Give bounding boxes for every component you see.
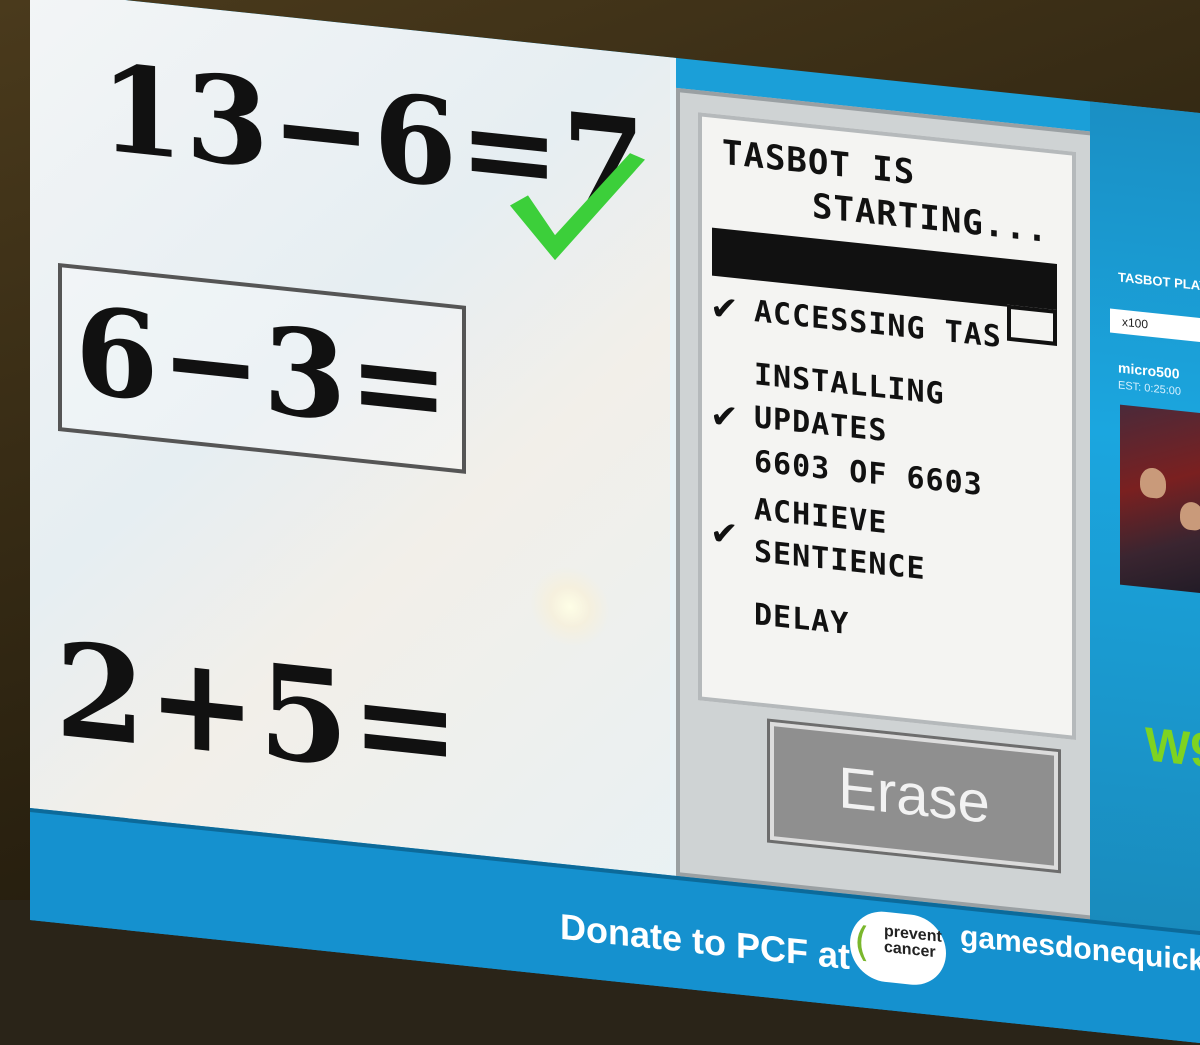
website-link[interactable]: gamesdonequick.com bbox=[960, 920, 1200, 987]
stream-sidebar: TASBOT PLAYS B x100 micro500 EST: 0:25:0… bbox=[1090, 101, 1200, 937]
task-sentience-line2: SENTIENCE bbox=[754, 534, 926, 588]
pcf-logo: ( prevent cancer bbox=[850, 908, 946, 989]
audience-person bbox=[1140, 466, 1166, 500]
speed-box: x100 bbox=[1110, 308, 1200, 342]
check-icon: ✔ bbox=[710, 395, 739, 439]
tasbot-status-window: TASBOT IS STARTING... ✔ ACCESSING TAS IN… bbox=[698, 112, 1076, 740]
math-panel: 13−6=7 6−3= 2+5= bbox=[30, 0, 676, 938]
runner-name: micro500 bbox=[1118, 359, 1180, 382]
event-logo: W9 bbox=[1145, 718, 1200, 779]
task-installing-count: 6603 OF 6603 bbox=[754, 444, 983, 504]
light-glare bbox=[530, 562, 610, 651]
erase-button[interactable]: Erase bbox=[770, 721, 1058, 871]
equation-3: 2+5= bbox=[55, 612, 462, 809]
pcf-logo-text: prevent cancer bbox=[884, 923, 942, 962]
task-installing-line2: UPDATES bbox=[754, 400, 888, 450]
check-icon: ✔ bbox=[710, 287, 739, 331]
tasbot-panel: TASBOT IS STARTING... ✔ ACCESSING TAS IN… bbox=[676, 87, 1094, 920]
progress-bar-end bbox=[1007, 304, 1057, 346]
task-sentience-line1: ACHIEVE bbox=[754, 492, 888, 542]
donate-text: Donate to PCF at bbox=[560, 905, 851, 978]
task-delay: DELAY bbox=[754, 597, 850, 643]
audience-person bbox=[1180, 500, 1200, 532]
check-icon: ✔ bbox=[710, 512, 739, 556]
tasbot-title-line1: TASBOT IS bbox=[722, 132, 916, 194]
tv-screen: 13−6=7 6−3= 2+5= TASBOT IS STARTING... ✔… bbox=[30, 0, 1200, 1045]
task-accessing-tas: ACCESSING TAS bbox=[754, 294, 1002, 356]
game-title: TASBOT PLAYS B bbox=[1118, 269, 1200, 296]
camera-feed bbox=[1120, 404, 1200, 597]
check-icon bbox=[510, 153, 645, 261]
ribbon-icon: ( bbox=[854, 918, 870, 967]
runner-estimate: EST: 0:25:00 bbox=[1118, 379, 1181, 398]
